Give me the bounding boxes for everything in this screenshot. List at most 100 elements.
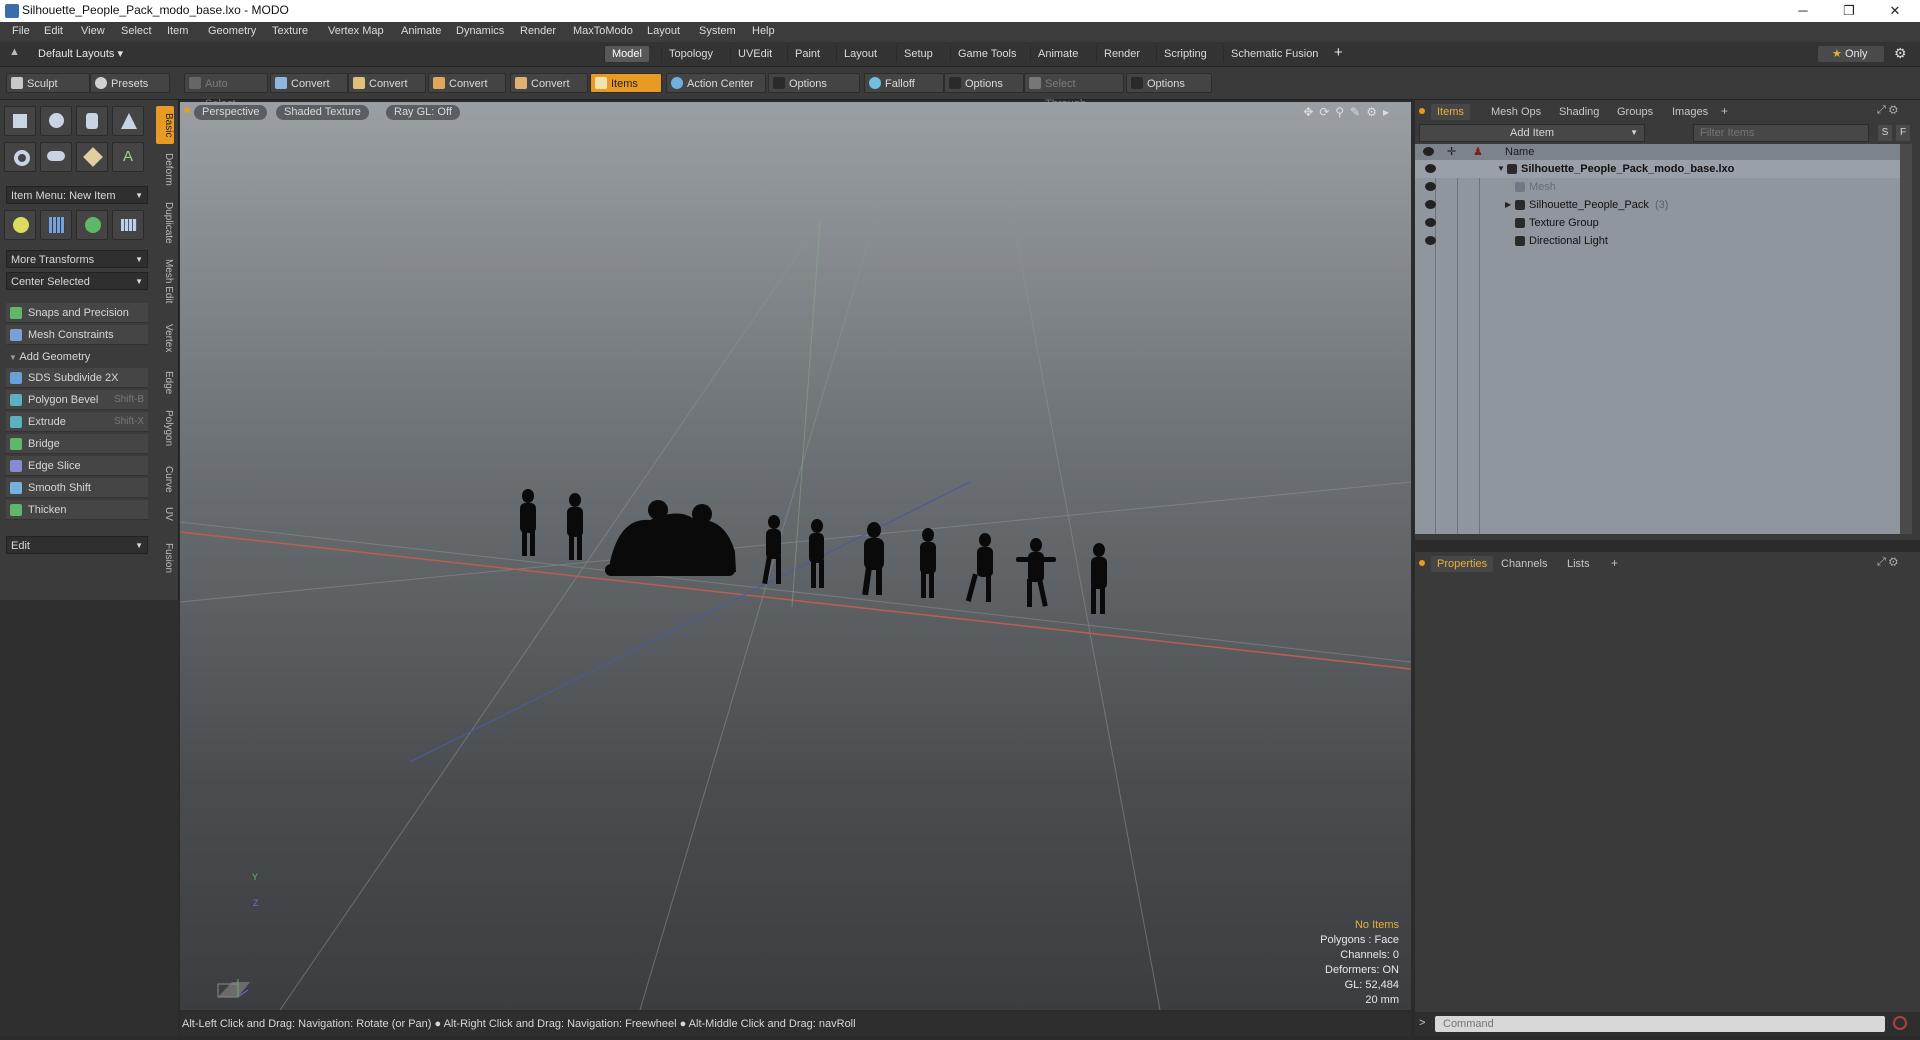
vtab-basic[interactable]: Basic	[156, 106, 174, 144]
visibility-eye-icon[interactable]	[1425, 200, 1436, 209]
tool-bridge[interactable]: Bridge	[6, 434, 148, 454]
tool-polygon-bevel[interactable]: Polygon Bevel Shift-B	[6, 390, 148, 410]
sculpt-button[interactable]: Sculpt	[6, 73, 90, 93]
cone-icon[interactable]	[112, 106, 144, 136]
only-toggle[interactable]: ★ Only	[1818, 46, 1884, 62]
expand-icon[interactable]: ▶	[1505, 196, 1511, 214]
visibility-eye-icon[interactable]	[1425, 236, 1436, 245]
tab-topology[interactable]: Topology	[661, 46, 720, 62]
convert-polygon-button[interactable]: Convert	[428, 73, 506, 93]
tab-mesh-ops[interactable]: Mesh Ops	[1485, 104, 1547, 120]
tab-layout[interactable]: Layout	[836, 46, 884, 62]
snaps-precision-button[interactable]: Snaps and Precision	[6, 303, 148, 323]
tab-scripting[interactable]: Scripting	[1156, 46, 1214, 62]
tool-smooth-shift[interactable]: Smooth Shift	[6, 478, 148, 498]
menu-item[interactable]: Item	[167, 25, 188, 37]
tree-row[interactable]: ▼ Silhouette_People_Pack_modo_base.lxo	[1415, 160, 1900, 178]
add-panel-tab-button[interactable]: +	[1611, 556, 1618, 570]
tab-schematic-fusion[interactable]: Schematic Fusion	[1223, 46, 1325, 62]
vtab-curve[interactable]: Curve	[156, 462, 174, 496]
tab-groups[interactable]: Groups	[1611, 104, 1659, 120]
tree-row[interactable]: Mesh	[1415, 178, 1900, 196]
sphere-icon[interactable]	[40, 106, 72, 136]
vtab-deform[interactable]: Deform	[156, 148, 174, 190]
falloff-button[interactable]: Falloff	[864, 73, 944, 93]
tab-render[interactable]: Render	[1096, 46, 1147, 62]
tool-edge-slice[interactable]: Edge Slice	[6, 456, 148, 476]
vtab-uv[interactable]: UV	[156, 504, 174, 524]
menu-layout[interactable]: Layout	[647, 25, 680, 37]
layout-collapse-icon[interactable]: ▲	[9, 46, 20, 58]
menu-help[interactable]: Help	[752, 25, 775, 37]
select-options-button[interactable]: Options	[1126, 73, 1212, 93]
tab-images[interactable]: Images	[1666, 104, 1714, 120]
visibility-eye-icon[interactable]	[1425, 182, 1436, 191]
tool-sds-subdivide-2x[interactable]: SDS Subdivide 2X	[6, 368, 148, 388]
menu-edit[interactable]: Edit	[44, 25, 63, 37]
convert-edge-button[interactable]: Convert	[348, 73, 426, 93]
3d-viewport[interactable]: Perspective Shaded Texture Ray GL: Off ✥…	[180, 102, 1411, 1010]
close-button[interactable]: ✕	[1872, 0, 1918, 22]
menu-file[interactable]: File	[12, 25, 30, 37]
auto-select-button[interactable]: Auto Select	[184, 73, 268, 110]
gear-icon[interactable]: ⚙	[1894, 45, 1907, 62]
edit-dropdown[interactable]: Edit ▼	[6, 536, 148, 554]
tool-extrude[interactable]: Extrude Shift-X	[6, 412, 148, 432]
menu-system[interactable]: System	[699, 25, 736, 37]
visibility-eye-icon[interactable]	[1425, 164, 1436, 173]
add-tab-button[interactable]: +	[1334, 44, 1343, 61]
tab-paint[interactable]: Paint	[787, 46, 827, 62]
panel-maximize-icon[interactable]: ⤢ ⚙	[1877, 556, 1898, 569]
presets-button[interactable]: Presets F6	[90, 73, 170, 110]
tree-row[interactable]: Directional Light	[1415, 232, 1900, 250]
tool-thicken[interactable]: Thicken	[6, 500, 148, 520]
action-center-options-button[interactable]: Options	[768, 73, 860, 93]
tree-scrollbar[interactable]	[1900, 144, 1912, 534]
minimize-button[interactable]: ─	[1780, 0, 1826, 22]
collapse-icon[interactable]: ▼	[1497, 160, 1505, 178]
vtab-mesh-edit[interactable]: Mesh Edit	[156, 256, 174, 306]
tab-game-tools[interactable]: Game Tools	[950, 46, 1024, 62]
menu-geometry[interactable]: Geometry	[208, 25, 256, 37]
panel-maximize-icon[interactable]: ⤢ ⚙	[1877, 104, 1898, 117]
vtab-duplicate[interactable]: Duplicate	[156, 198, 174, 248]
tab-properties[interactable]: Properties	[1431, 556, 1494, 572]
vtab-fusion[interactable]: Fusion	[156, 540, 174, 576]
menu-select[interactable]: Select	[121, 25, 152, 37]
center-selected-dropdown[interactable]: Center Selected ▼	[6, 272, 148, 290]
filter-items-input[interactable]	[1693, 124, 1869, 142]
locator-icon[interactable]	[4, 210, 36, 240]
convert-vertex-button[interactable]: Convert	[270, 73, 348, 93]
menu-texture[interactable]: Texture	[272, 25, 308, 37]
visibility-eye-icon[interactable]	[1425, 218, 1436, 227]
capsule-icon[interactable]	[40, 142, 72, 172]
menu-render[interactable]: Render	[520, 25, 556, 37]
record-icon[interactable]	[1893, 1016, 1907, 1030]
grid-icon[interactable]	[40, 210, 72, 240]
plane-grid-icon[interactable]	[112, 210, 144, 240]
action-center-button[interactable]: Action Center	[666, 73, 766, 93]
tab-uvedit[interactable]: UVEdit	[730, 46, 779, 62]
cylinder-icon[interactable]	[76, 106, 108, 136]
command-input[interactable]	[1435, 1016, 1885, 1032]
menu-view[interactable]: View	[81, 25, 105, 37]
tab-setup[interactable]: Setup	[896, 46, 940, 62]
tab-model[interactable]: Model	[604, 46, 649, 62]
cube-icon[interactable]	[4, 106, 36, 136]
pen-icon[interactable]	[76, 142, 108, 172]
add-item-dropdown[interactable]: Add Item ▼	[1419, 124, 1645, 142]
filter-f-button[interactable]: F	[1896, 125, 1910, 141]
layout-dropdown[interactable]: Default Layouts ▾	[38, 47, 123, 60]
items-mode-button[interactable]: Items	[590, 73, 662, 93]
item-menu-dropdown[interactable]: Item Menu: New Item ▼	[6, 186, 148, 204]
tree-row[interactable]: Texture Group	[1415, 214, 1900, 232]
tab-channels[interactable]: Channels	[1495, 556, 1553, 572]
add-geometry-header[interactable]: ▼ Add Geometry	[6, 348, 148, 366]
add-panel-tab-button[interactable]: +	[1721, 104, 1728, 118]
tree-row[interactable]: ▶ Silhouette_People_Pack (3)	[1415, 196, 1900, 214]
tab-shading[interactable]: Shading	[1553, 104, 1605, 120]
falloff-options-button[interactable]: Options	[944, 73, 1024, 93]
more-transforms-dropdown[interactable]: More Transforms ▼	[6, 250, 148, 268]
tab-items[interactable]: Items	[1431, 104, 1470, 120]
vtab-polygon[interactable]: Polygon	[156, 406, 174, 450]
